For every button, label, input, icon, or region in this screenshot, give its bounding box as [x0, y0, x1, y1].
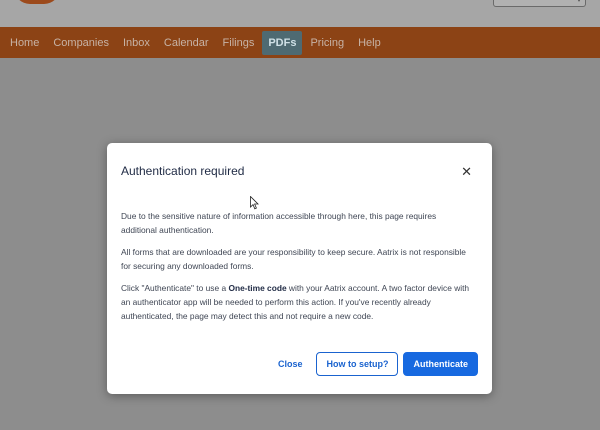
p3-before: Click "Authenticate" to use a: [121, 283, 229, 293]
close-icon[interactable]: ✕: [461, 165, 472, 179]
how-to-setup-button[interactable]: How to setup?: [316, 352, 399, 376]
mouse-cursor-icon: [250, 196, 259, 210]
main-nav: Home Companies Inbox Calendar Filings PD…: [0, 27, 600, 58]
nav-item-help[interactable]: Help: [352, 31, 387, 55]
modal-paragraph-2: All forms that are downloaded are your r…: [121, 247, 466, 271]
modal-actions: Close How to setup? Authenticate: [278, 352, 478, 376]
chevron-down-icon: ▾: [577, 0, 581, 4]
company-select[interactable]: ▾: [493, 0, 586, 7]
modal-paragraph-1: Due to the sensitive nature of informati…: [121, 211, 437, 235]
modal-paragraph-3: Click "Authenticate" to use a One-time c…: [121, 281, 471, 323]
p3-bold: One-time code: [228, 283, 287, 293]
nav-item-companies[interactable]: Companies: [47, 31, 115, 55]
nav-item-filings[interactable]: Filings: [217, 31, 261, 55]
app-logo: [14, 0, 60, 4]
modal-body: Due to the sensitive nature of informati…: [121, 209, 471, 331]
authenticate-button[interactable]: Authenticate: [403, 352, 478, 376]
modal-title: Authentication required: [121, 164, 245, 178]
nav-item-home[interactable]: Home: [4, 31, 45, 55]
close-button[interactable]: Close: [278, 359, 303, 369]
nav-item-inbox[interactable]: Inbox: [117, 31, 156, 55]
nav-item-calendar[interactable]: Calendar: [158, 31, 215, 55]
nav-item-pricing[interactable]: Pricing: [304, 31, 350, 55]
auth-modal: Authentication required ✕ Due to the sen…: [107, 143, 492, 394]
nav-item-pdfs[interactable]: PDFs: [262, 30, 303, 55]
top-header: ▾: [0, 0, 600, 27]
